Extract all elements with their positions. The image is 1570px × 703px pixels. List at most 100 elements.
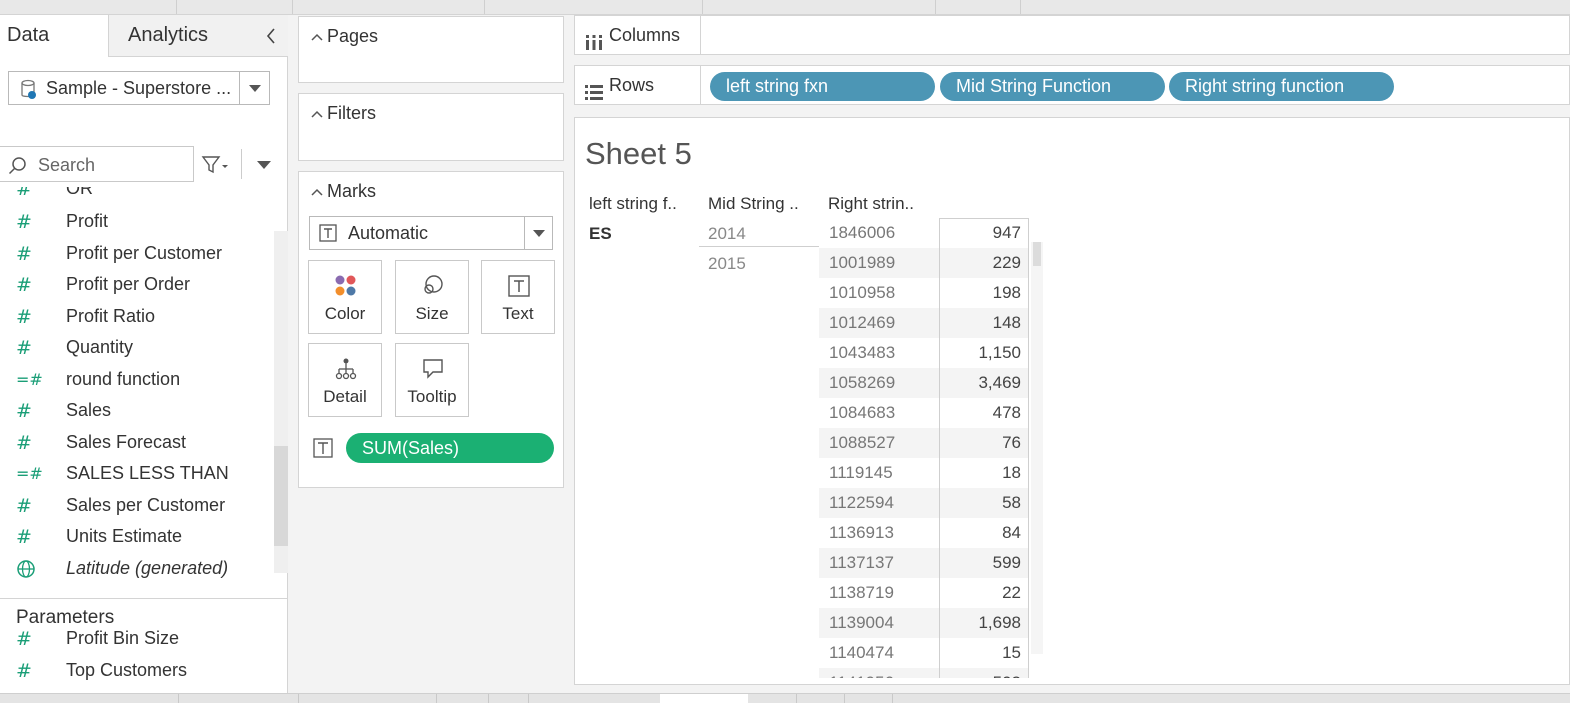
field-item[interactable]: # Quantity	[0, 332, 274, 363]
row-header-id[interactable]: 1001989	[819, 248, 939, 278]
field-item[interactable]: # Profit per Order	[0, 269, 274, 300]
marks-card-title[interactable]: Marks	[311, 178, 376, 205]
row-pill-right-string[interactable]: Right string function	[1169, 72, 1394, 101]
row-header-left-string[interactable]: ES	[589, 224, 612, 244]
filters-card-title[interactable]: Filters	[311, 100, 376, 127]
datasource-selector[interactable]: Sample - Superstore ...	[8, 71, 270, 105]
sales-value[interactable]: 76	[940, 428, 1029, 458]
sales-value[interactable]: 229	[940, 248, 1029, 278]
parameter-item[interactable]: # Top Customers	[0, 655, 288, 686]
divider	[699, 246, 819, 247]
pages-card: Pages	[298, 16, 564, 83]
row-header-id[interactable]: 1136913	[819, 518, 939, 548]
row-header-id[interactable]: 1122594	[819, 488, 939, 518]
sales-value[interactable]: 947	[940, 218, 1029, 248]
row-header-id[interactable]: 1141056	[819, 668, 939, 678]
sales-value[interactable]: 18	[940, 458, 1029, 488]
color-button[interactable]: Color	[308, 260, 382, 334]
sum-sales-pill[interactable]: SUM(Sales)	[346, 433, 554, 463]
measure-icon: #	[16, 495, 32, 517]
table-row: 1136913 84	[819, 518, 1029, 548]
tab-data[interactable]: Data	[0, 15, 108, 57]
sales-value[interactable]: 84	[940, 518, 1029, 548]
field-item[interactable]: # OR	[0, 187, 274, 204]
field-list-scroll-thumb[interactable]	[274, 446, 288, 546]
sales-value[interactable]: 58	[940, 488, 1029, 518]
row-header-id[interactable]: 1119145	[819, 458, 939, 488]
row-header-id[interactable]: 1010958	[819, 278, 939, 308]
row-header-id[interactable]: 1139004	[819, 608, 939, 638]
text-button[interactable]: Text	[481, 260, 555, 334]
toolbar-divider	[1020, 0, 1021, 14]
field-item[interactable]: # Profit Ratio	[0, 301, 274, 332]
rows-shelf[interactable]: Rows left string fxn Mid String Function…	[574, 65, 1570, 105]
tab-analytics[interactable]: Analytics	[108, 15, 288, 57]
data-pane-tabs: Data Analytics	[0, 15, 288, 57]
sheet-tab-active[interactable]	[660, 694, 748, 703]
field-item[interactable]: # Units Estimate	[0, 521, 274, 552]
measure-icon: #	[16, 337, 32, 359]
sales-value[interactable]: 599	[940, 548, 1029, 578]
filters-card: Filters	[298, 93, 564, 161]
row-header-id[interactable]: 1846006	[819, 218, 939, 248]
field-item[interactable]: # Sales	[0, 395, 274, 426]
table-row: 1140474 15	[819, 638, 1029, 668]
search-input[interactable]	[38, 151, 188, 179]
sales-value[interactable]: 1,698	[940, 608, 1029, 638]
datasource-dropdown-icon[interactable]	[239, 72, 269, 104]
row-header-year[interactable]: 2015	[708, 254, 746, 274]
field-item[interactable]: # Profit	[0, 206, 274, 237]
sales-value[interactable]: 198	[940, 278, 1029, 308]
sales-value[interactable]: 22	[940, 578, 1029, 608]
row-header-id[interactable]: 1084683	[819, 398, 939, 428]
measure-icon: #	[16, 526, 32, 548]
data-pane: Data Analytics Sample - Superstore ... S…	[0, 15, 288, 693]
tooltip-button[interactable]: Tooltip	[395, 343, 469, 417]
column-header[interactable]: Right strin..	[828, 194, 914, 214]
field-label: Profit	[66, 211, 109, 231]
pages-card-title[interactable]: Pages	[311, 23, 378, 50]
sales-value[interactable]: 502	[940, 668, 1029, 678]
row-header-id[interactable]: 1012469	[819, 308, 939, 338]
column-header[interactable]: left string f..	[589, 194, 677, 214]
field-item[interactable]: # Sales Forecast	[0, 427, 274, 458]
pane-menu-icon[interactable]	[257, 161, 271, 169]
row-header-year[interactable]: 2014	[708, 224, 746, 244]
row-header-id[interactable]: 1138719	[819, 578, 939, 608]
row-header-id[interactable]: 1058269	[819, 368, 939, 398]
sales-value[interactable]: 478	[940, 398, 1029, 428]
row-pill-left-string[interactable]: left string fxn	[710, 72, 935, 101]
row-header-id[interactable]: 1137137	[819, 548, 939, 578]
field-item[interactable]: =# SALES LESS THAN	[0, 458, 274, 489]
row-pill-mid-string[interactable]: Mid String Function	[940, 72, 1165, 101]
field-label: Sales per Customer	[66, 495, 226, 515]
chevron-down-icon[interactable]	[524, 217, 552, 249]
view-scrollbar[interactable]	[1031, 242, 1043, 654]
sales-value[interactable]: 148	[940, 308, 1029, 338]
parameter-item[interactable]: # Profit Bin Size	[0, 623, 288, 654]
card-title-label: Pages	[327, 26, 379, 46]
tab-divider	[488, 694, 489, 703]
columns-shelf[interactable]: Columns	[574, 15, 1570, 55]
measure-icon: #	[16, 660, 32, 682]
filter-fields-icon[interactable]	[201, 154, 229, 176]
row-header-id[interactable]: 1088527	[819, 428, 939, 458]
size-icon	[421, 274, 445, 298]
field-item[interactable]: =# round function	[0, 364, 274, 395]
row-header-id[interactable]: 1043483	[819, 338, 939, 368]
field-item[interactable]: # Sales per Customer	[0, 490, 274, 521]
sales-value[interactable]: 15	[940, 638, 1029, 668]
column-header[interactable]: Mid String ..	[708, 194, 799, 214]
detail-button[interactable]: Detail	[308, 343, 382, 417]
mark-type-dropdown[interactable]: Automatic	[309, 216, 553, 250]
table-row: 1043483 1,150	[819, 338, 1029, 368]
sales-value[interactable]: 3,469	[940, 368, 1029, 398]
field-item[interactable]: # Profit per Customer	[0, 238, 274, 269]
sales-value[interactable]: 1,150	[940, 338, 1029, 368]
size-button[interactable]: Size	[395, 260, 469, 334]
row-header-id[interactable]: 1140474	[819, 638, 939, 668]
columns-icon	[584, 26, 604, 50]
collapse-pane-icon[interactable]	[264, 27, 278, 45]
field-item[interactable]: Latitude (generated)	[0, 553, 274, 584]
view-scroll-thumb[interactable]	[1033, 242, 1041, 266]
